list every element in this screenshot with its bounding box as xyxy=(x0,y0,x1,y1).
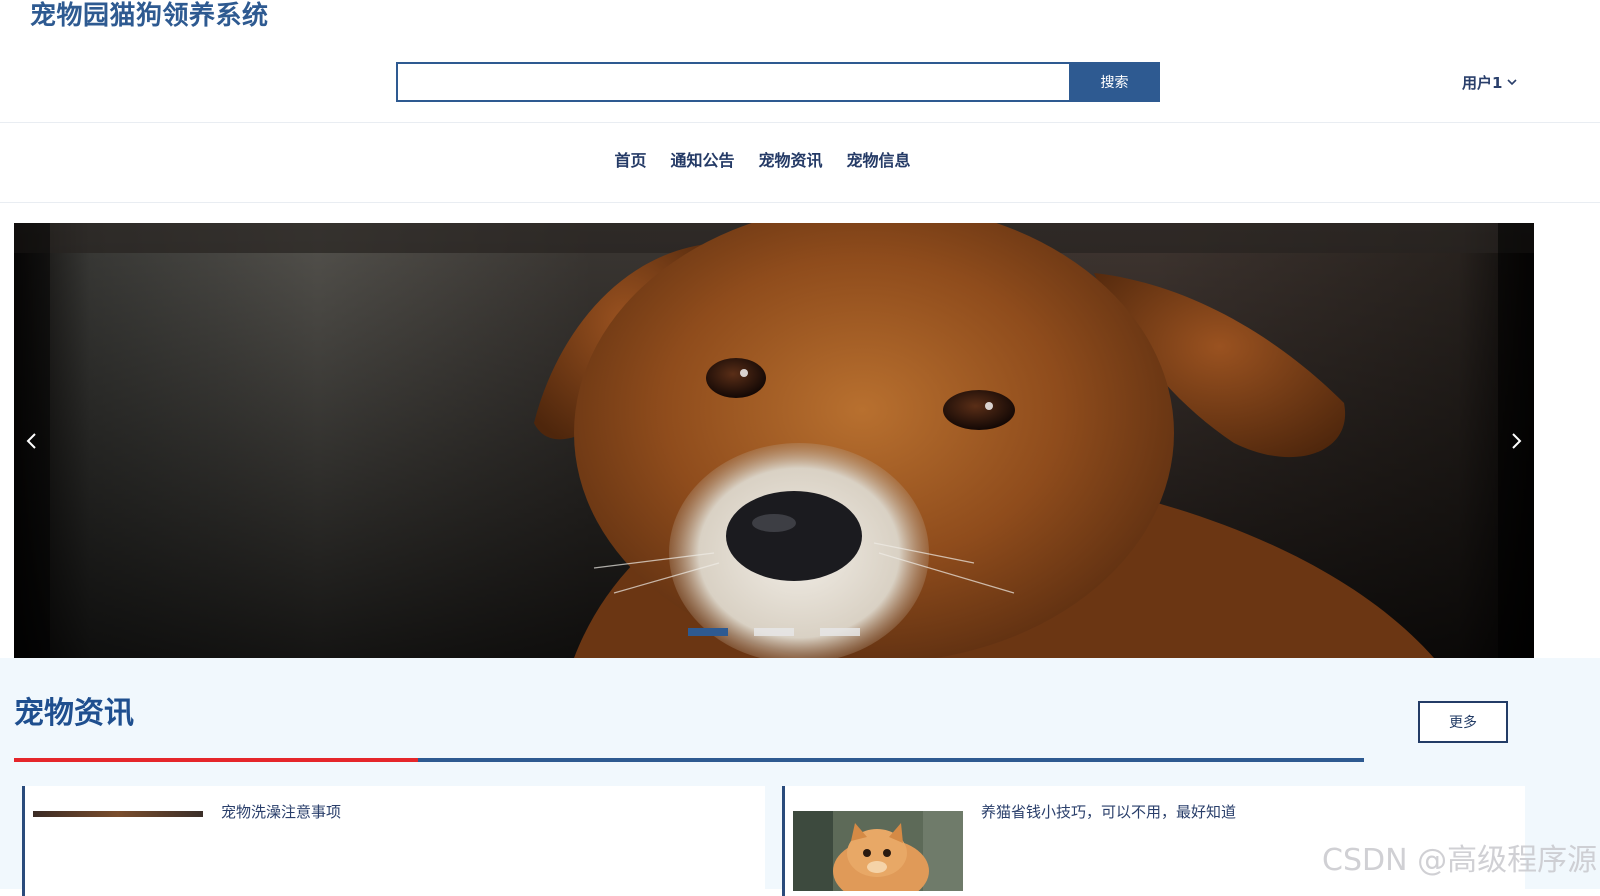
carousel-dot-1[interactable] xyxy=(688,628,728,636)
chevron-left-icon xyxy=(26,433,36,449)
watermark: CSDN @高级程序源 xyxy=(1322,843,1598,878)
chevron-down-icon xyxy=(1506,76,1518,88)
news-card[interactable]: 宠物洗澡注意事项 xyxy=(22,786,765,896)
search-button[interactable]: 搜索 xyxy=(1069,62,1160,102)
nav-item-pet-info[interactable]: 宠物信息 xyxy=(847,146,911,176)
user-menu[interactable]: 用户1 xyxy=(1462,70,1518,94)
more-button[interactable]: 更多 xyxy=(1418,701,1508,743)
site-title: 宠物园猫狗领养系统 xyxy=(30,1,269,31)
search-bar: 搜索 xyxy=(396,62,1160,102)
news-title[interactable]: 宠物洗澡注意事项 xyxy=(221,802,341,822)
user-name: 用户1 xyxy=(1462,73,1503,92)
nav-divider xyxy=(0,202,1600,203)
section-title: 宠物资讯 xyxy=(14,696,134,731)
news-thumbnail xyxy=(793,811,963,891)
news-thumbnail xyxy=(33,811,203,817)
header-divider xyxy=(0,122,1600,123)
news-title[interactable]: 养猫省钱小技巧，可以不用，最好知道 xyxy=(981,802,1236,822)
carousel-indicators xyxy=(688,628,860,636)
banner-image xyxy=(14,223,1534,658)
carousel-dot-2[interactable] xyxy=(754,628,794,636)
nav-item-pet-news[interactable]: 宠物资讯 xyxy=(759,146,823,176)
nav-item-notices[interactable]: 通知公告 xyxy=(670,146,734,176)
carousel-dot-3[interactable] xyxy=(820,628,860,636)
main-nav: 首页 通知公告 宠物资讯 宠物信息 xyxy=(0,146,1600,176)
carousel-next-button[interactable] xyxy=(1498,423,1534,459)
nav-item-home[interactable]: 首页 xyxy=(614,146,646,176)
section-title-underline-accent xyxy=(14,758,418,762)
search-input[interactable] xyxy=(396,62,1069,102)
chevron-right-icon xyxy=(1512,433,1522,449)
section-title-underline xyxy=(14,758,1364,762)
carousel-prev-button[interactable] xyxy=(14,423,50,459)
banner-carousel xyxy=(14,223,1534,658)
news-card[interactable]: 养猫省钱小技巧，可以不用，最好知道 xyxy=(782,786,1525,896)
